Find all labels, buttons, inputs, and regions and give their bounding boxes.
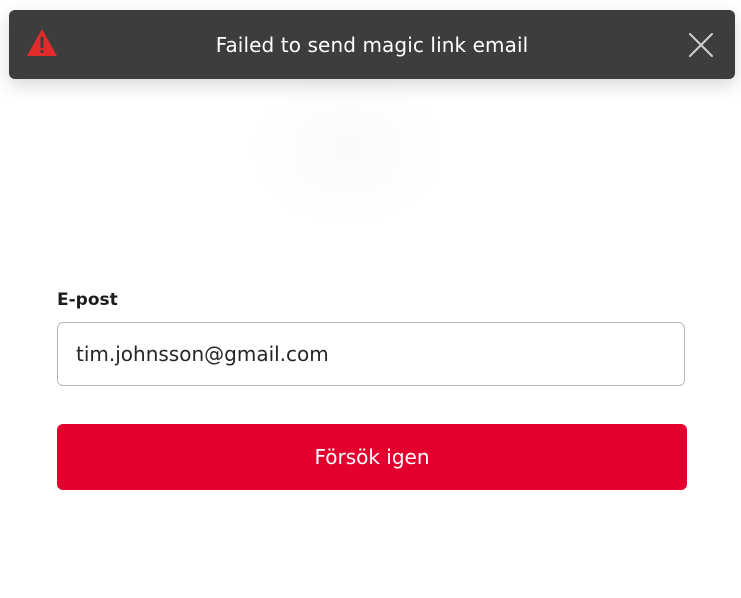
warning-triangle-icon	[26, 28, 58, 58]
email-field[interactable]	[57, 322, 685, 386]
error-toast: Failed to send magic link email	[9, 10, 735, 79]
logo-placeholder	[243, 70, 451, 230]
close-icon[interactable]	[688, 32, 714, 58]
retry-button[interactable]: Försök igen	[57, 424, 687, 490]
toast-message: Failed to send magic link email	[215, 32, 529, 57]
login-page: Failed to send magic link email E-post F…	[0, 0, 741, 598]
email-label: E-post	[57, 290, 118, 310]
